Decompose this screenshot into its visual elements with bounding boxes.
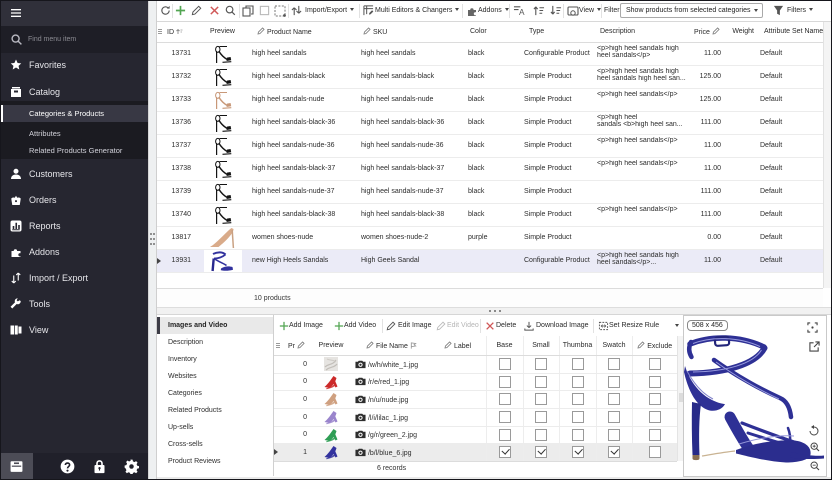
svg-text:A: A — [519, 8, 525, 16]
